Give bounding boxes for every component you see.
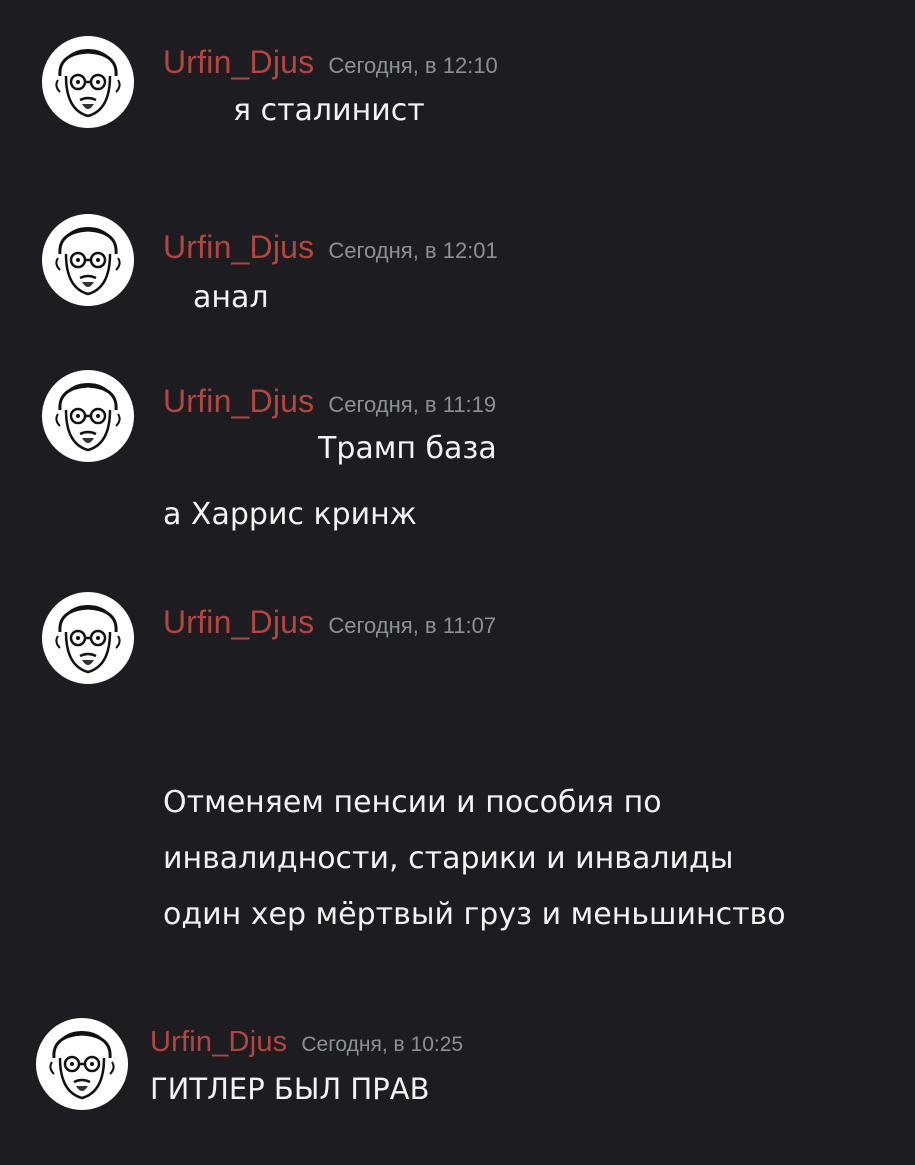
message-line: один хер мёртвый груз и меньшинство [163, 897, 786, 932]
timestamp: Сегодня, в 12:10 [328, 53, 498, 78]
cartoon-old-man-with-glasses-icon [55, 382, 121, 452]
message-text: я сталинист [233, 93, 425, 128]
username[interactable]: Urfin_Djus [163, 44, 314, 80]
user-avatar[interactable] [42, 214, 134, 306]
cartoon-old-man-with-glasses-icon [55, 226, 121, 296]
username[interactable]: Urfin_Djus [163, 229, 314, 265]
user-avatar[interactable] [42, 370, 134, 462]
message-text: а Харрис кринж [163, 497, 417, 532]
message-header: Urfin_Djus Сегодня, в 12:01 [163, 229, 498, 266]
message-header: Urfin_Djus Сегодня, в 11:19 [163, 383, 496, 420]
message-text: Трамп база [318, 431, 497, 466]
username[interactable]: Urfin_Djus [163, 383, 314, 419]
username[interactable]: Urfin_Djus [150, 1026, 287, 1058]
message-text: анал [193, 280, 269, 315]
message-line: инвалидности, старики и инвалиды [163, 841, 734, 876]
message-text: ГИТЛЕР БЫЛ ПРАВ [150, 1072, 430, 1106]
message-text: Отменяем пенсии и пособия по инвалидност… [163, 775, 786, 943]
user-avatar[interactable] [36, 1018, 128, 1110]
user-avatar[interactable] [42, 592, 134, 684]
timestamp: Сегодня, в 10:25 [301, 1033, 464, 1056]
timestamp: Сегодня, в 11:19 [328, 392, 497, 417]
timestamp: Сегодня, в 11:07 [328, 613, 497, 638]
cartoon-old-man-with-glasses-icon [55, 604, 121, 674]
message-header: Urfin_Djus Сегодня, в 10:25 [150, 1026, 463, 1059]
message-header: Urfin_Djus Сегодня, в 12:10 [163, 44, 498, 81]
cartoon-old-man-with-glasses-icon [55, 48, 121, 118]
user-avatar[interactable] [42, 36, 134, 128]
message-header: Urfin_Djus Сегодня, в 11:07 [163, 604, 496, 641]
timestamp: Сегодня, в 12:01 [328, 238, 498, 263]
username[interactable]: Urfin_Djus [163, 604, 314, 640]
cartoon-old-man-with-glasses-icon [49, 1030, 115, 1100]
message-line: Отменяем пенсии и пособия по [163, 785, 662, 820]
